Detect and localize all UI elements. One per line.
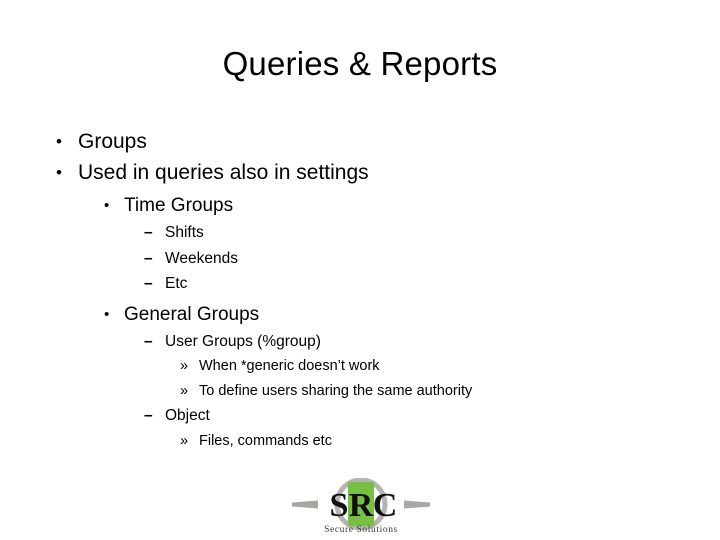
bullet-marker-icon: • (56, 132, 62, 151)
list-item: » Files, commands etc (180, 429, 676, 454)
bullet-marker-icon: – (144, 224, 153, 241)
list-item: – Weekends (144, 246, 676, 272)
list-item-label: Used in queries also in settings (78, 161, 369, 184)
bullet-marker-icon: • (104, 197, 110, 214)
list-item-label: Files, commands etc (199, 432, 332, 449)
list-item-label: General Groups (124, 303, 260, 325)
list-item: • Time Groups (104, 191, 676, 220)
list-item-label: Shifts (165, 224, 204, 241)
content-outline: • Groups • Used in queries also in setti… (56, 126, 676, 453)
bullet-marker-icon: • (104, 305, 110, 323)
bullet-marker-icon: – (144, 407, 153, 424)
list-item-label: When *generic doesn’t work (199, 358, 380, 374)
bullet-marker-icon: » (180, 382, 189, 399)
src-logo: S R C Secure Solutions (288, 478, 434, 536)
bullet-marker-icon: » (180, 358, 189, 374)
list-item-label: User Groups (%group) (165, 332, 321, 350)
bullet-marker-icon: – (144, 249, 153, 267)
list-item-label: Etc (165, 275, 188, 292)
page-title: Queries & Reports (222, 45, 498, 82)
logo-tagline: Secure Solutions (324, 525, 398, 535)
list-item-label: To define users sharing the same authori… (199, 382, 473, 399)
list-item: • General Groups (104, 300, 676, 329)
bullet-marker-icon: » (180, 432, 189, 449)
logo-left-bar (292, 500, 318, 509)
list-item: • Used in queries also in settings (56, 157, 676, 188)
list-item-label: Groups (78, 130, 147, 153)
list-item: – Etc (144, 271, 676, 297)
bullet-marker-icon: • (56, 163, 62, 182)
list-item: – Shifts (144, 220, 676, 246)
list-item-label: Object (165, 407, 210, 424)
logo-letter-c: C (373, 487, 398, 524)
logo-right-bar (404, 500, 430, 509)
list-item: » When *generic doesn’t work (180, 354, 676, 379)
list-item-label: Time Groups (124, 195, 234, 216)
bullet-marker-icon: – (144, 332, 153, 350)
slide-canvas: Queries & Reports • Groups • Used in que… (0, 0, 720, 540)
list-item: • Groups (56, 126, 676, 157)
list-item: – Object (144, 403, 676, 429)
list-item-label: Weekends (165, 249, 238, 267)
list-item: » To define users sharing the same autho… (180, 379, 676, 404)
logo-letter-s: S (330, 487, 349, 524)
list-item: – User Groups (%group) (144, 329, 676, 355)
bullet-marker-icon: – (144, 275, 153, 292)
logo-letter-r: R (349, 487, 374, 524)
